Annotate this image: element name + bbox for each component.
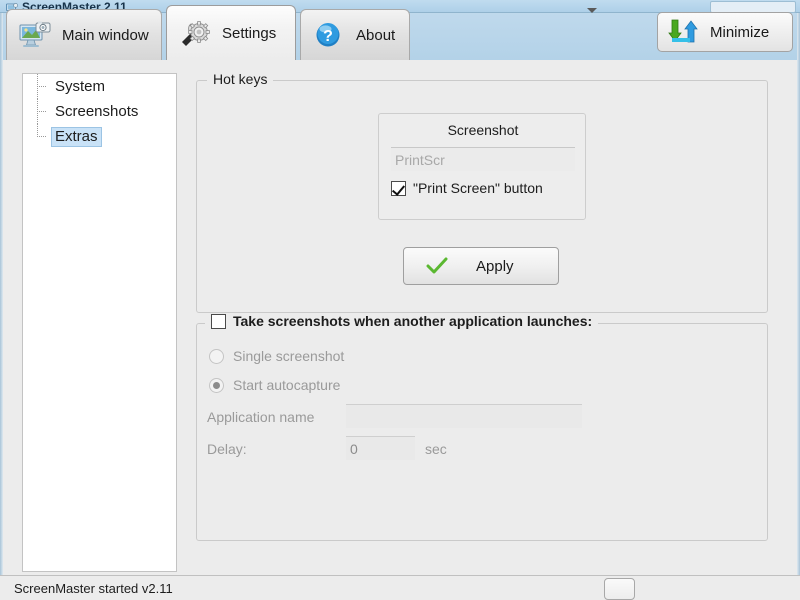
apply-button[interactable]: Apply xyxy=(403,247,559,285)
hotkeys-group: Hot keys Screenshot "Print Screen" butto… xyxy=(196,71,768,313)
gear-wrench-icon xyxy=(182,21,210,46)
minimize-button-label: Minimize xyxy=(710,23,770,41)
sidebar-item-system[interactable]: System xyxy=(23,74,176,99)
sidebar-item-label: Screenshots xyxy=(55,102,139,120)
hotkey-input[interactable] xyxy=(391,147,575,171)
radio-start-autocapture-label: Start autocapture xyxy=(233,377,341,393)
minimize-arrows-icon xyxy=(668,19,698,43)
printscreen-checkbox-label: "Print Screen" button xyxy=(413,180,543,196)
radio-single-screenshot-button[interactable] xyxy=(209,348,224,364)
sidebar-item-extras[interactable]: Extras xyxy=(23,124,176,149)
application-name-label: Application name xyxy=(207,409,315,425)
printscreen-checkbox[interactable] xyxy=(391,180,406,196)
tab-about-label: About xyxy=(356,26,396,44)
autolaunch-group: Take screenshots when another applicatio… xyxy=(196,313,768,541)
tab-settings[interactable]: Settings xyxy=(166,5,296,60)
tree-connector-line xyxy=(37,136,46,137)
delay-input[interactable] xyxy=(346,436,415,460)
application-window: ScreenMaster 2.11 Main window Settings ?… xyxy=(0,0,800,600)
status-bar: ScreenMaster started v2.11 xyxy=(0,575,800,600)
green-check-icon xyxy=(426,257,448,274)
content-area: System Screenshots Extras Hot keys Scree… xyxy=(0,60,800,575)
screenshot-panel-title: Screenshot xyxy=(447,122,519,138)
radio-single-screenshot[interactable]: Single screenshot xyxy=(209,348,344,364)
question-mark-icon: ? xyxy=(316,23,340,47)
radio-single-screenshot-label: Single screenshot xyxy=(233,348,345,364)
tree-connector-line xyxy=(37,86,46,87)
minimize-button[interactable]: Minimize xyxy=(657,12,793,52)
sidebar-item-screenshots[interactable]: Screenshots xyxy=(23,99,176,124)
autolaunch-group-title-label: Take screenshots when another applicatio… xyxy=(233,313,593,329)
printscreen-checkbox-row[interactable]: "Print Screen" button xyxy=(391,180,543,196)
sidebar-item-label: System xyxy=(55,77,106,95)
monitor-camera-icon xyxy=(19,21,51,47)
tab-settings-label: Settings xyxy=(222,24,277,42)
tab-main-window[interactable]: Main window xyxy=(6,9,162,60)
screenshot-hotkey-panel: Screenshot "Print Screen" button xyxy=(378,113,586,220)
settings-tree[interactable]: System Screenshots Extras xyxy=(22,73,177,572)
autolaunch-group-title[interactable]: Take screenshots when another applicatio… xyxy=(205,313,599,329)
delay-unit-label: sec xyxy=(425,441,447,457)
tab-main-window-label: Main window xyxy=(62,26,149,44)
corner-button[interactable] xyxy=(604,578,635,600)
tree-connector-line xyxy=(37,111,46,112)
tab-about[interactable]: ? About xyxy=(300,9,410,60)
svg-text:?: ? xyxy=(323,28,333,45)
radio-start-autocapture[interactable]: Start autocapture xyxy=(209,377,340,393)
radio-start-autocapture-button[interactable] xyxy=(209,377,224,393)
hotkeys-group-title: Hot keys xyxy=(207,71,274,87)
autolaunch-enable-checkbox[interactable] xyxy=(211,313,226,329)
status-bar-text: ScreenMaster started v2.11 xyxy=(14,581,173,596)
chevron-down-icon[interactable] xyxy=(587,8,597,13)
apply-button-label: Apply xyxy=(476,257,514,275)
delay-label: Delay: xyxy=(207,441,247,457)
application-name-input[interactable] xyxy=(346,404,582,428)
window-frame-left xyxy=(0,13,3,575)
sidebar-item-label: Extras xyxy=(51,126,102,147)
